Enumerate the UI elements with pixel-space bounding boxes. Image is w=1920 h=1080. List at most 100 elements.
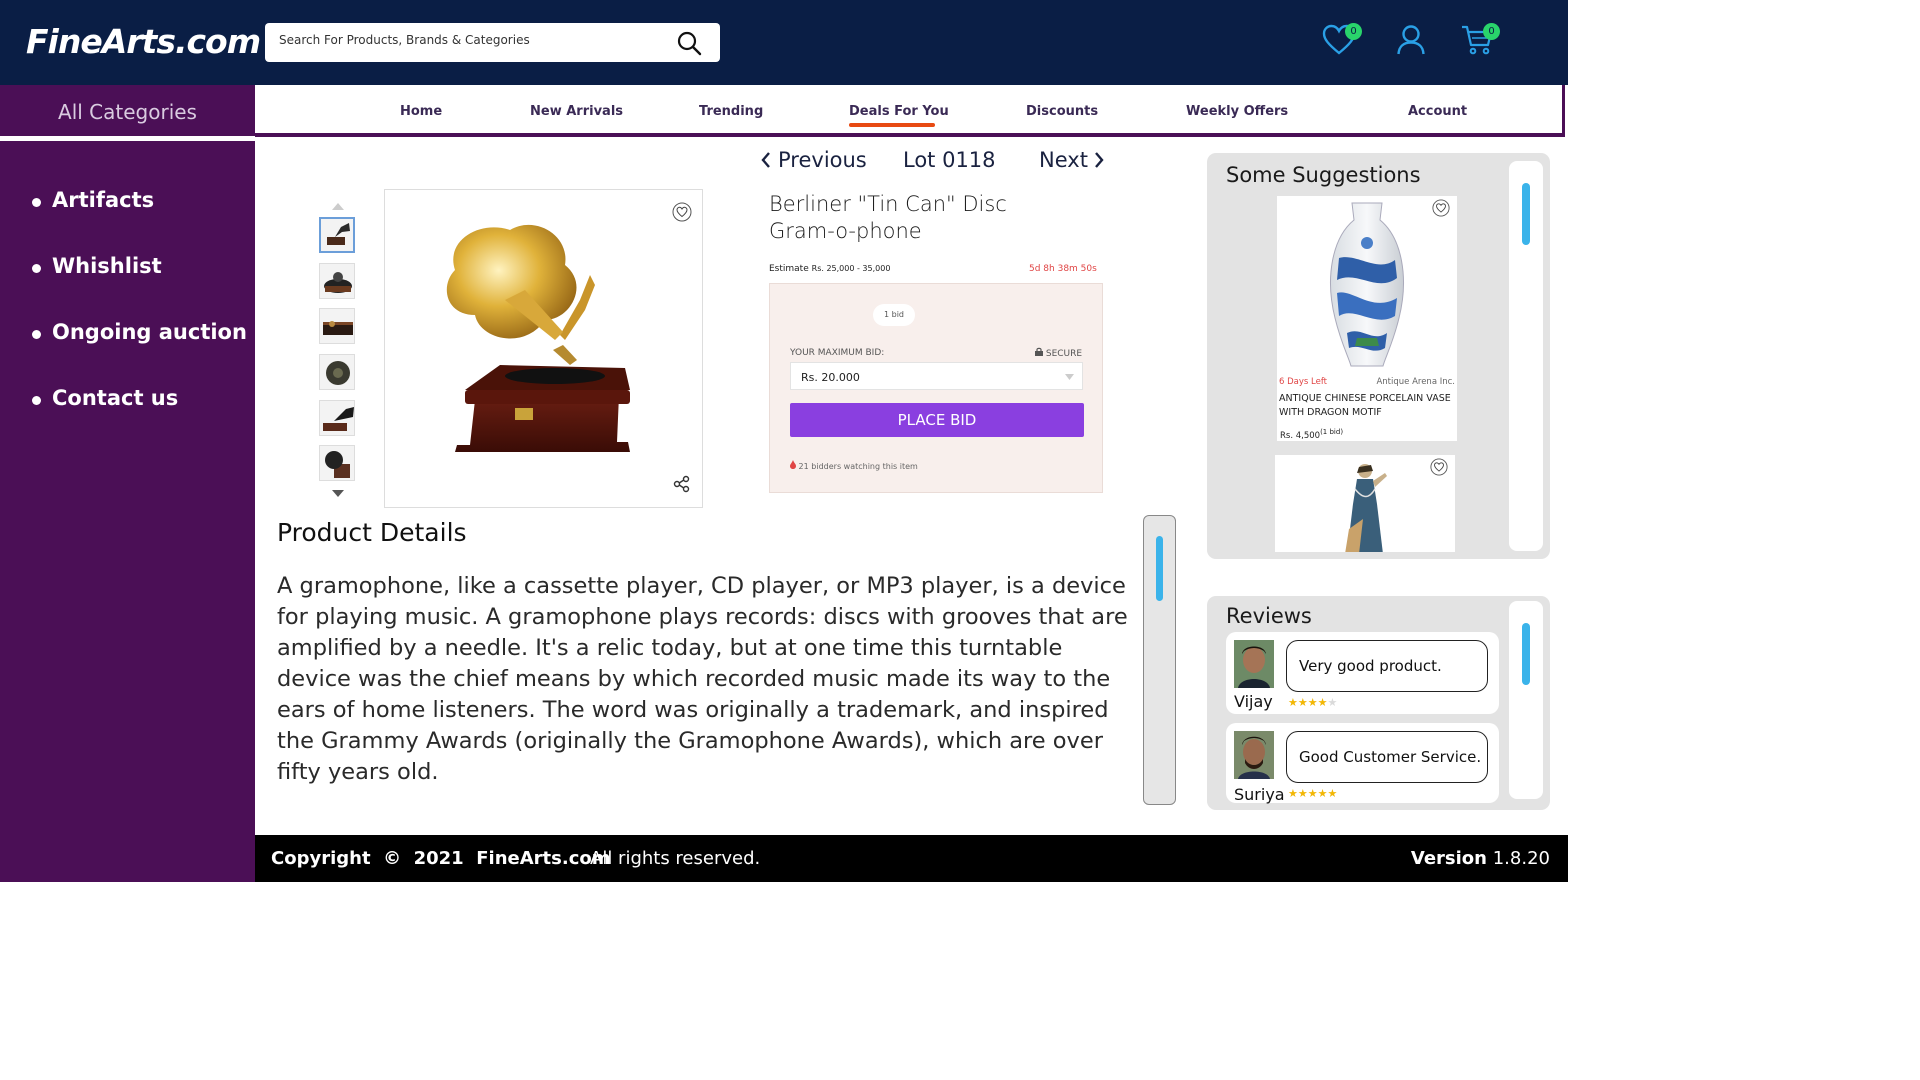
- nav-home[interactable]: Home: [400, 104, 442, 119]
- nav-active-indicator: [849, 123, 935, 127]
- nav-account[interactable]: Account: [1408, 104, 1467, 119]
- bullet-icon: [32, 198, 41, 207]
- sidebar-divider: [0, 136, 255, 141]
- estimate-label: Estimate: [769, 264, 809, 274]
- review-text: Very good product.: [1286, 640, 1488, 692]
- next-lot-button[interactable]: Next: [1039, 148, 1105, 172]
- figurine-image: [1345, 464, 1387, 552]
- site-logo[interactable]: FineArts.com: [26, 22, 261, 61]
- wishlist-heart-icon[interactable]: 0: [1322, 23, 1362, 60]
- sidebar: All Categories Artifacts Whishlist Ongoi…: [0, 85, 255, 882]
- scrollbar-thumb[interactable]: [1156, 536, 1163, 601]
- bullet-icon: [32, 396, 41, 405]
- version-info: Version 1.8.20: [1410, 848, 1550, 869]
- watchers-info: 21 bidders watching this item: [790, 460, 918, 471]
- thumbnail-3[interactable]: [319, 308, 355, 344]
- bid-count-badge: 1 bid: [873, 304, 915, 326]
- suggestion-card[interactable]: [1275, 455, 1455, 552]
- footer: Copyright © 2021 FineArts.com All rights…: [255, 835, 1568, 882]
- gramophone-image: [446, 224, 630, 452]
- thumbnail-5[interactable]: [319, 400, 355, 436]
- scrollbar-thumb[interactable]: [1522, 183, 1530, 245]
- reviews-title: Reviews: [1226, 604, 1312, 628]
- sidebar-menu: Artifacts Whishlist Ongoing auction Cont…: [32, 188, 247, 452]
- product-details-text: A gramophone, like a cassette player, CD…: [277, 573, 1128, 785]
- thumbs-down-arrow-icon[interactable]: [332, 490, 344, 497]
- bullet-icon: [32, 330, 41, 339]
- avatar: [1234, 731, 1274, 779]
- nav-edge: [1562, 85, 1565, 137]
- estimate: Estimate Rs. 25,000 - 35,000: [769, 264, 890, 274]
- avatar: [1234, 640, 1274, 688]
- previous-label: Previous: [778, 148, 867, 172]
- suggestions-title: Some Suggestions: [1226, 163, 1421, 187]
- suggestion-heart-icon[interactable]: [1430, 458, 1448, 480]
- lot-number: Lot 0118: [903, 148, 996, 172]
- nav-discounts[interactable]: Discounts: [1026, 104, 1098, 119]
- nav-weekly-offers[interactable]: Weekly Offers: [1186, 104, 1288, 119]
- sidebar-item-contact-us[interactable]: Contact us: [32, 386, 247, 452]
- review-item: Suriya Good Customer Service. ★★★★★: [1226, 723, 1499, 804]
- next-label: Next: [1039, 148, 1088, 172]
- nav-trending[interactable]: Trending: [699, 104, 763, 119]
- search-icon[interactable]: [676, 30, 702, 60]
- suggestions-panel: Some Suggestions 6 Days Left Antique Are…: [1207, 153, 1550, 559]
- nav-deals-for-you[interactable]: Deals For You: [849, 104, 949, 119]
- cart-icon[interactable]: 0: [1461, 23, 1500, 60]
- sidebar-item-label: Ongoing auction: [52, 320, 247, 344]
- search-input[interactable]: [279, 33, 659, 47]
- sidebar-item-whishlist[interactable]: Whishlist: [32, 254, 247, 320]
- thumbnail-1[interactable]: [319, 217, 355, 253]
- estimate-value: Rs. 25,000 - 35,000: [811, 264, 891, 273]
- max-bid-label: YOUR MAXIMUM BID:: [790, 348, 885, 358]
- rating-stars: ★★★★★: [1288, 787, 1338, 800]
- thumbnail-6[interactable]: [319, 445, 355, 481]
- suggestions-scrollbar[interactable]: [1509, 161, 1543, 551]
- days-left: 6 Days Left: [1279, 377, 1328, 387]
- sidebar-item-ongoing-auction[interactable]: Ongoing auction: [32, 320, 247, 386]
- product-title: Berliner "Tin Can" Disc Gram-o-phone: [769, 192, 1007, 243]
- sidebar-item-artifacts[interactable]: Artifacts: [32, 188, 247, 254]
- chevron-left-icon: [761, 152, 770, 168]
- suggestion-heart-icon[interactable]: [1432, 199, 1450, 221]
- bullet-icon: [32, 264, 41, 273]
- reviews-panel: Reviews Vijay Very good product. ★★★★★ S…: [1207, 596, 1550, 810]
- max-bid-select[interactable]: Rs. 20.000: [790, 362, 1083, 390]
- reviewer-name: Vijay: [1234, 692, 1273, 711]
- account-user-icon[interactable]: [1396, 24, 1426, 60]
- details-scrollbar[interactable]: [1143, 515, 1176, 805]
- cart-count-badge: 0: [1483, 23, 1500, 40]
- product-details-title: Product Details: [277, 518, 467, 547]
- auction-timer: 5d 8h 38m 50s: [1029, 264, 1097, 274]
- top-header: FineArts.com 0 0: [0, 0, 1568, 85]
- wishlist-count-badge: 0: [1345, 23, 1362, 40]
- share-icon[interactable]: [673, 475, 691, 497]
- copyright-text: Copyright © 2021 FineArts.com: [271, 848, 611, 869]
- sidebar-item-label: Contact us: [52, 386, 179, 410]
- nav-new-arrivals[interactable]: New Arrivals: [530, 104, 623, 119]
- chevron-down-icon: [1065, 374, 1074, 380]
- all-categories-button[interactable]: All Categories: [0, 85, 255, 137]
- suggestion-price: Rs. 4,500(1 bid): [1280, 428, 1344, 441]
- sidebar-item-label: Artifacts: [52, 188, 155, 212]
- max-bid-value: Rs. 20.000: [801, 371, 860, 384]
- seller-name: Antique Arena Inc.: [1376, 377, 1455, 387]
- thumbnail-4[interactable]: [319, 354, 355, 390]
- sidebar-item-label: Whishlist: [52, 254, 162, 278]
- suggestion-card[interactable]: 6 Days Left Antique Arena Inc. ANTIQUE C…: [1277, 196, 1457, 441]
- bid-panel: 1 bid YOUR MAXIMUM BID: SECURE Rs. 20.00…: [769, 283, 1103, 493]
- review-text: Good Customer Service.: [1286, 731, 1488, 783]
- search-bar[interactable]: [265, 23, 720, 62]
- scrollbar-thumb[interactable]: [1522, 623, 1530, 685]
- rating-stars: ★★★★★: [1288, 696, 1338, 709]
- reviewer-name: Suriya: [1234, 785, 1285, 804]
- place-bid-button[interactable]: PLACE BID: [790, 403, 1084, 437]
- thumbs-up-arrow-icon[interactable]: [332, 203, 344, 210]
- suggestion-name: ANTIQUE CHINESE PORCELAIN VASE WITH DRAG…: [1279, 393, 1451, 418]
- previous-lot-button[interactable]: Previous: [760, 148, 867, 172]
- thumbnail-2[interactable]: [319, 263, 355, 299]
- product-main-image[interactable]: [384, 189, 703, 508]
- reviews-scrollbar[interactable]: [1509, 601, 1543, 799]
- favorite-heart-icon[interactable]: [672, 202, 692, 226]
- rights-text: All rights reserved.: [590, 848, 761, 869]
